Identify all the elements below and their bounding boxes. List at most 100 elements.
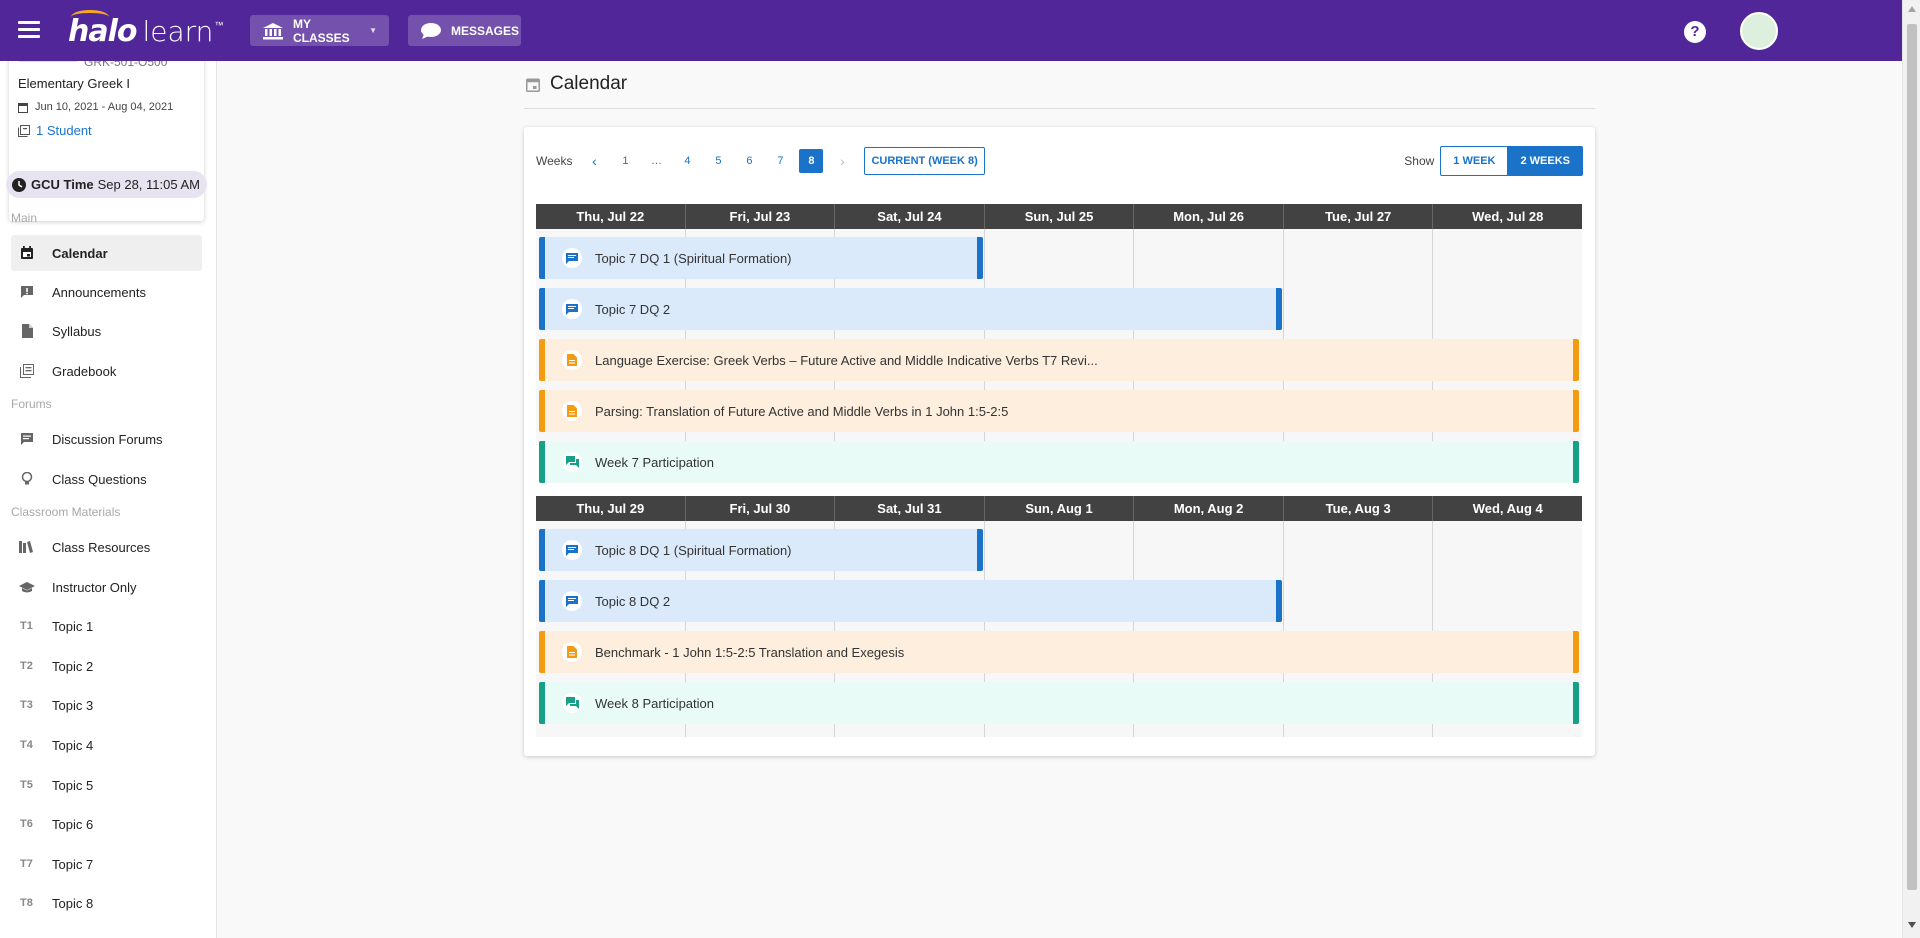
- week-pager: Weeks ‹ 1 … 4 5 6 7 8 › CURRENT (WEEK 8): [536, 147, 985, 175]
- assignment-icon: [562, 401, 582, 421]
- calendar-event[interactable]: Week 7 Participation: [539, 441, 1579, 483]
- calendar-small-icon: [18, 102, 28, 113]
- calendar-event[interactable]: Week 8 Participation: [539, 682, 1579, 724]
- sidebar: GRK-501-O500 Elementary Greek I Jun 10, …: [0, 61, 217, 938]
- sidebar-item-announcements[interactable]: Announcements: [11, 274, 202, 310]
- discussion-icon: [562, 591, 582, 611]
- halo-logo[interactable]: halo learn ™: [68, 10, 224, 49]
- scroll-down-icon[interactable]: [1908, 922, 1916, 928]
- avatar[interactable]: [1740, 12, 1778, 50]
- day-header: Fri, Jul 23: [686, 204, 836, 229]
- chevron-left-icon[interactable]: ‹: [582, 149, 606, 173]
- sidebar-item-class-questions[interactable]: Class Questions: [11, 461, 202, 497]
- sidebar-item-topic-2[interactable]: T2 Topic 2: [11, 648, 202, 684]
- chevron-down-icon: ▼: [369, 26, 377, 35]
- page-button-6[interactable]: 6: [737, 149, 761, 173]
- page-button-8[interactable]: 8: [799, 149, 824, 173]
- sidebar-item-label: Topic 2: [52, 658, 94, 674]
- my-classes-button[interactable]: MY CLASSES ▼: [250, 15, 389, 46]
- sidebar-item-syllabus[interactable]: Syllabus: [11, 313, 202, 349]
- sidebar-item-label: Instructor Only: [52, 579, 137, 595]
- menu-icon[interactable]: [16, 18, 42, 42]
- topic-number: T8: [20, 897, 33, 909]
- messages-button[interactable]: MESSAGES: [408, 15, 521, 46]
- sidebar-item-label: Class Resources: [52, 539, 151, 555]
- day-header: Mon, Aug 2: [1134, 496, 1284, 521]
- graduation-cap-icon: [19, 581, 35, 594]
- sidebar-item-label: Topic 8: [52, 895, 94, 911]
- event-end-marker: [1573, 390, 1579, 432]
- section-main: Main: [11, 211, 38, 225]
- students-link[interactable]: 1 Student: [18, 123, 92, 138]
- one-week-button[interactable]: 1 WEEK: [1440, 146, 1509, 176]
- sidebar-item-label: Topic 3: [52, 697, 94, 713]
- class-name: Elementary Greek I: [18, 76, 130, 91]
- messages-label: MESSAGES: [451, 23, 520, 38]
- calendar-event[interactable]: Topic 7 DQ 2: [539, 288, 1282, 330]
- page-button-7[interactable]: 7: [768, 149, 792, 173]
- event-label: Topic 8 DQ 1 (Spiritual Formation): [595, 542, 792, 558]
- two-weeks-button[interactable]: 2 WEEKS: [1508, 146, 1583, 176]
- event-end-marker: [1276, 288, 1282, 330]
- calendar-event[interactable]: Topic 7 DQ 1 (Spiritual Formation): [539, 237, 983, 279]
- day-header: Sun, Jul 25: [985, 204, 1135, 229]
- calendar-event[interactable]: Topic 8 DQ 1 (Spiritual Formation): [539, 529, 983, 571]
- calendar-event[interactable]: Language Exercise: Greek Verbs – Future …: [539, 339, 1579, 381]
- section-forums: Forums: [11, 397, 52, 411]
- topic-number: T3: [20, 699, 33, 711]
- week-header: Thu, Jul 29 Fri, Jul 30 Sat, Jul 31 Sun,…: [536, 496, 1582, 521]
- sidebar-item-instructor-only[interactable]: Instructor Only: [11, 569, 202, 605]
- calendar-event[interactable]: Topic 8 DQ 2: [539, 580, 1282, 622]
- sidebar-item-topic-7[interactable]: T7 Topic 7: [11, 846, 202, 882]
- calendar-event[interactable]: Parsing: Translation of Future Active an…: [539, 390, 1579, 432]
- class-dates-text: Jun 10, 2021 - Aug 04, 2021: [35, 101, 174, 113]
- sidebar-item-topic-5[interactable]: T5 Topic 5: [11, 767, 202, 803]
- page-button-4[interactable]: 4: [675, 149, 699, 173]
- sidebar-item-topic-4[interactable]: T4 Topic 4: [11, 727, 202, 763]
- day-header: Thu, Jul 29: [536, 496, 686, 521]
- logo-learn: learn: [142, 15, 214, 48]
- sidebar-item-topic-6[interactable]: T6 Topic 6: [11, 806, 202, 842]
- scroll-up-icon[interactable]: [1908, 6, 1916, 12]
- event-label: Week 7 Participation: [595, 454, 714, 470]
- current-week-button[interactable]: CURRENT (WEEK 8): [864, 147, 985, 175]
- page-ellipsis: …: [650, 155, 662, 167]
- sidebar-item-gradebook[interactable]: Gradebook: [11, 353, 202, 389]
- view-toggle: Show 1 WEEK 2 WEEKS: [1404, 146, 1583, 176]
- logo-trademark: ™: [214, 20, 224, 30]
- clock-icon: [12, 177, 26, 192]
- gcu-time-value: Sep 28, 11:05 AM: [97, 177, 200, 192]
- sidebar-item-label: Class Questions: [52, 471, 147, 487]
- page-button-1[interactable]: 1: [613, 149, 637, 173]
- discussion-icon: [562, 299, 582, 319]
- day-header: Thu, Jul 22: [536, 204, 686, 229]
- sidebar-item-label: Discussion Forums: [52, 431, 163, 447]
- day-header: Wed, Jul 28: [1472, 209, 1544, 224]
- calendar-card: Weeks ‹ 1 … 4 5 6 7 8 › CURRENT (WEEK 8)…: [524, 127, 1595, 756]
- chevron-right-icon[interactable]: ›: [830, 149, 854, 173]
- topic-number: T1: [20, 620, 33, 632]
- help-icon[interactable]: ?: [1684, 21, 1706, 43]
- calendar-event[interactable]: Benchmark - 1 John 1:5-2:5 Translation a…: [539, 631, 1579, 673]
- page-button-5[interactable]: 5: [706, 149, 730, 173]
- sidebar-item-label: Gradebook: [52, 363, 117, 379]
- participation-icon: [562, 452, 582, 472]
- scroll-thumb[interactable]: [1907, 24, 1917, 890]
- top-bar: halo learn ™ MY CLASSES ▼ MESSAGES ?: [0, 0, 1902, 61]
- page-scrollbar[interactable]: [1902, 0, 1920, 938]
- logo-arc: [71, 10, 109, 24]
- event-end-marker: [1573, 682, 1579, 724]
- sidebar-item-calendar[interactable]: Calendar: [11, 235, 202, 271]
- sidebar-item-class-resources[interactable]: Class Resources: [11, 529, 202, 565]
- day-header: Sat, Jul 31: [835, 496, 985, 521]
- sidebar-item-topic-3[interactable]: T3 Topic 3: [11, 687, 202, 723]
- week-block-1: Thu, Jul 22 Fri, Jul 23 Sat, Jul 24 Sun,…: [536, 204, 1582, 483]
- sidebar-item-topic-1[interactable]: T1 Topic 1: [11, 608, 202, 644]
- sidebar-item-label: Calendar: [52, 245, 108, 261]
- sidebar-item-topic-8[interactable]: T8 Topic 8: [11, 885, 202, 921]
- topic-number: T6: [20, 818, 33, 830]
- assignment-icon: [562, 350, 582, 370]
- sidebar-item-label: Topic 1: [52, 618, 94, 634]
- sidebar-item-discussion-forums[interactable]: Discussion Forums: [11, 421, 202, 457]
- gcu-time-label: GCU Time: [31, 177, 94, 192]
